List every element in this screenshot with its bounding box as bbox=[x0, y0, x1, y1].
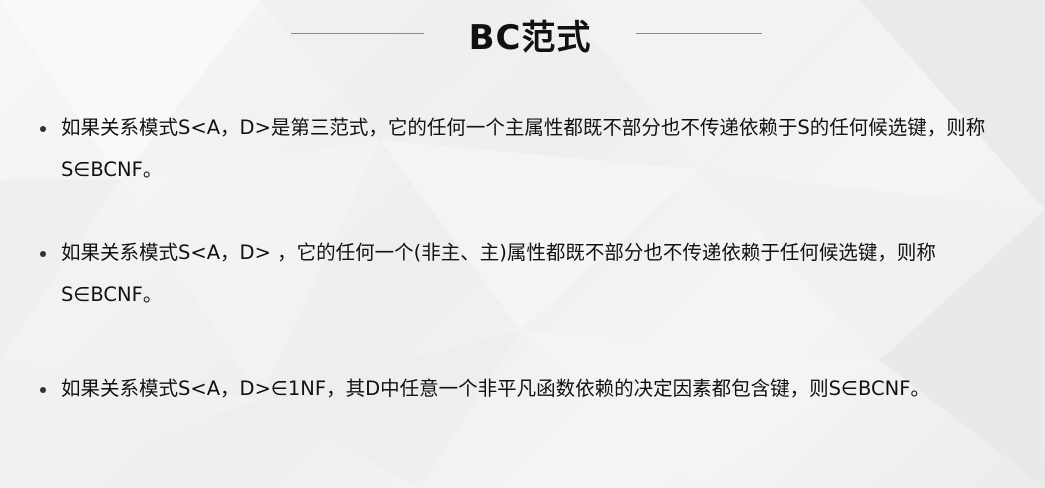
title-divider-left bbox=[291, 33, 424, 34]
bullet-dot-icon bbox=[40, 251, 46, 257]
bullet-text: 如果关系模式S<A，D>是第三范式，它的任何一个主属性都既不部分也不传递依赖于S… bbox=[61, 116, 986, 181]
bullet-dot-icon bbox=[40, 126, 46, 132]
slide: BC范式 如果关系模式S<A，D>是第三范式，它的任何一个主属性都既不部分也不传… bbox=[0, 0, 1045, 488]
bullet-dot-icon bbox=[40, 387, 46, 393]
bullet-text: 如果关系模式S<A，D>∈1NF，其D中任意一个非平凡函数依赖的决定因素都包含键… bbox=[61, 377, 930, 400]
slide-title: BC范式 bbox=[468, 18, 592, 58]
bullet-text: 如果关系模式S<A，D> ，它的任何一个(非主、主)属性都既不部分也不传递依赖于… bbox=[61, 241, 936, 306]
title-divider-right bbox=[636, 33, 762, 34]
title-row: BC范式 bbox=[0, 8, 1045, 60]
